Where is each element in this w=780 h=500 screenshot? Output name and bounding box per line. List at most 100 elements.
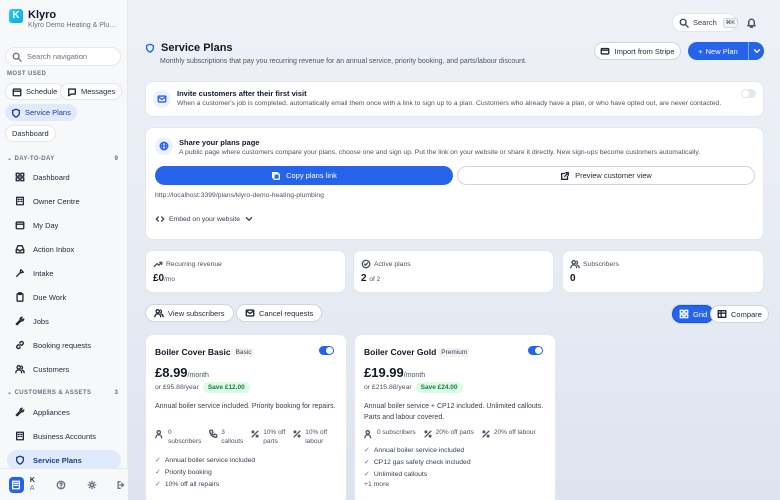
search-icon xyxy=(679,18,689,28)
mail-icon xyxy=(245,308,255,318)
plan-enabled-toggle[interactable] xyxy=(319,346,334,355)
plan-card-basic[interactable]: Boiler Cover Basic Basic £8.99/month or … xyxy=(145,334,347,500)
logout-icon xyxy=(116,480,126,490)
plan-stats: 0 subscribers 20% off parts 20% off labo… xyxy=(364,429,554,439)
cancel-requests-button[interactable]: Cancel requests xyxy=(236,304,323,322)
sidebar-item-label: Customers xyxy=(33,364,70,374)
view-subscribers-button[interactable]: View subscribers xyxy=(145,304,234,322)
check-icon: ✓ xyxy=(155,469,161,476)
help-button[interactable] xyxy=(53,477,68,493)
customers-assets-section-label[interactable]: ⌄ Customers & assets xyxy=(7,389,91,396)
sidebar-item-service-plans[interactable]: Service Plans xyxy=(7,450,121,470)
navigation-search[interactable]: Search navigation xyxy=(5,47,121,66)
check-circle-icon xyxy=(361,259,371,269)
sidebar-item-booking-requests[interactable]: Booking requests xyxy=(7,335,121,355)
user-info[interactable]: K A xyxy=(30,477,39,493)
plan-feature: ✓ CP12 gas safety check included xyxy=(364,458,471,467)
check-icon: ✓ xyxy=(364,459,370,466)
calendar-icon xyxy=(12,87,22,97)
sidebar-item-label: Intake xyxy=(33,268,54,278)
notifications-button[interactable] xyxy=(746,17,757,30)
avatar[interactable] xyxy=(9,476,24,493)
user-name: K xyxy=(29,476,35,484)
grid-view-button[interactable]: Grid xyxy=(672,305,715,323)
invite-toggle[interactable] xyxy=(741,89,756,98)
preview-customer-view-label: Preview customer view xyxy=(575,171,652,180)
plan-feature: ✓ Priority booking xyxy=(155,468,212,477)
new-plan-label: New Plan xyxy=(705,46,738,56)
stat-value: £0 xyxy=(153,273,165,284)
sidebar-item-business-accounts[interactable]: Business Accounts xyxy=(7,426,121,446)
bell-icon xyxy=(746,17,757,28)
brand[interactable]: K Klyro Klyro Demo Heating & Plumbing xyxy=(9,9,120,31)
gear-icon xyxy=(87,480,97,490)
sidebar-item-customers[interactable]: Customers xyxy=(7,359,121,379)
logout-button[interactable] xyxy=(113,477,128,493)
most-used-dashboard[interactable]: Dashboard xyxy=(5,125,56,142)
plan-stat-label: callouts xyxy=(221,437,244,445)
plan-name: Boiler Cover Gold xyxy=(364,347,437,357)
copy-icon xyxy=(271,171,281,181)
stat-label: Subscribers xyxy=(583,260,619,268)
plan-price: £19.99 xyxy=(364,365,404,380)
plans-url[interactable]: http://localhost:3399/plans/klyro-demo-h… xyxy=(155,192,324,199)
global-search[interactable]: Search ⌘K xyxy=(672,13,738,32)
users-icon xyxy=(570,259,580,269)
sidebar-item-owner-centre[interactable]: Owner Centre xyxy=(7,191,121,211)
preview-customer-view-button[interactable]: Preview customer view xyxy=(457,166,755,185)
cancel-requests-label: Cancel requests xyxy=(259,308,314,318)
share-description: A public page where customers compare yo… xyxy=(179,149,701,156)
plan-stat-value: 10% off xyxy=(263,429,286,436)
plan-more-features[interactable]: +1 more xyxy=(364,481,389,488)
sidebar-item-intake[interactable]: Intake xyxy=(7,263,121,283)
search-icon xyxy=(12,52,22,62)
sidebar-item-dashboard[interactable]: Dashboard xyxy=(7,167,121,187)
table-icon xyxy=(717,309,727,319)
mail-icon xyxy=(153,90,171,108)
settings-button[interactable] xyxy=(84,477,99,493)
plan-stats: 0 subscribers 3 callouts 10% off parts 10% … xyxy=(155,429,345,446)
plan-features: ✓ Annual boiler service included ✓ Priorit… xyxy=(155,454,345,490)
day-to-day-section-label[interactable]: ⌄ Day-to-day xyxy=(7,155,55,162)
plan-stat-value: 10% off xyxy=(305,429,328,436)
plan-enabled-toggle[interactable] xyxy=(528,346,543,355)
grid-view-label: Grid xyxy=(693,309,708,319)
check-icon: ✓ xyxy=(155,457,161,464)
sidebar-item-action-inbox[interactable]: Action Inbox xyxy=(7,239,121,259)
sidebar-item-due-work[interactable]: Due Work xyxy=(7,287,121,307)
check-icon: ✓ xyxy=(155,481,161,488)
phone-icon xyxy=(208,429,218,439)
sidebar-item-jobs[interactable]: Jobs xyxy=(7,311,121,331)
page-header: Service Plans xyxy=(145,42,233,54)
building-icon xyxy=(11,480,21,490)
sidebar-item-label: Jobs xyxy=(33,316,49,326)
plan-stat-value: 20% off parts xyxy=(435,429,474,436)
plan-card-gold[interactable]: Boiler Cover Gold Premium £19.99/month o… xyxy=(354,334,556,500)
plan-tier-badge: Basic xyxy=(233,347,254,357)
card-icon xyxy=(600,46,610,56)
import-from-stripe-button[interactable]: Import from Stripe xyxy=(594,42,681,60)
most-used-messages[interactable]: Messages xyxy=(60,83,123,100)
copy-plans-link-button[interactable]: Copy plans link xyxy=(155,166,453,185)
external-link-icon xyxy=(560,171,570,181)
sidebar-item-my-day[interactable]: My Day xyxy=(7,215,121,235)
most-used-label-dashboard: Dashboard xyxy=(12,129,49,138)
most-used-service-plans[interactable]: Service Plans xyxy=(5,104,77,121)
plan-stat-value: 20% off labour xyxy=(493,429,536,436)
wrench-icon xyxy=(15,407,25,417)
stat-label: Recurring revenue xyxy=(166,260,222,268)
sidebar-item-label: Due Work xyxy=(33,292,67,302)
sidebar-item-label: Appliances xyxy=(33,407,70,417)
new-plan-dropdown[interactable] xyxy=(748,42,764,60)
shield-icon xyxy=(11,108,21,118)
compare-view-button[interactable]: Compare xyxy=(710,305,769,323)
plan-description: Annual boiler service + CP12 included. U… xyxy=(364,403,544,421)
new-plan-button[interactable]: + New Plan xyxy=(688,47,748,56)
chevron-down-icon xyxy=(244,214,254,224)
sidebar-item-appliances[interactable]: Appliances xyxy=(7,402,121,422)
embed-toggle[interactable]: Embed on your website xyxy=(155,214,254,224)
globe-icon xyxy=(155,137,173,155)
most-used-schedule[interactable]: Schedule xyxy=(5,83,65,100)
compare-view-label: Compare xyxy=(731,309,762,319)
users-icon xyxy=(364,429,374,439)
